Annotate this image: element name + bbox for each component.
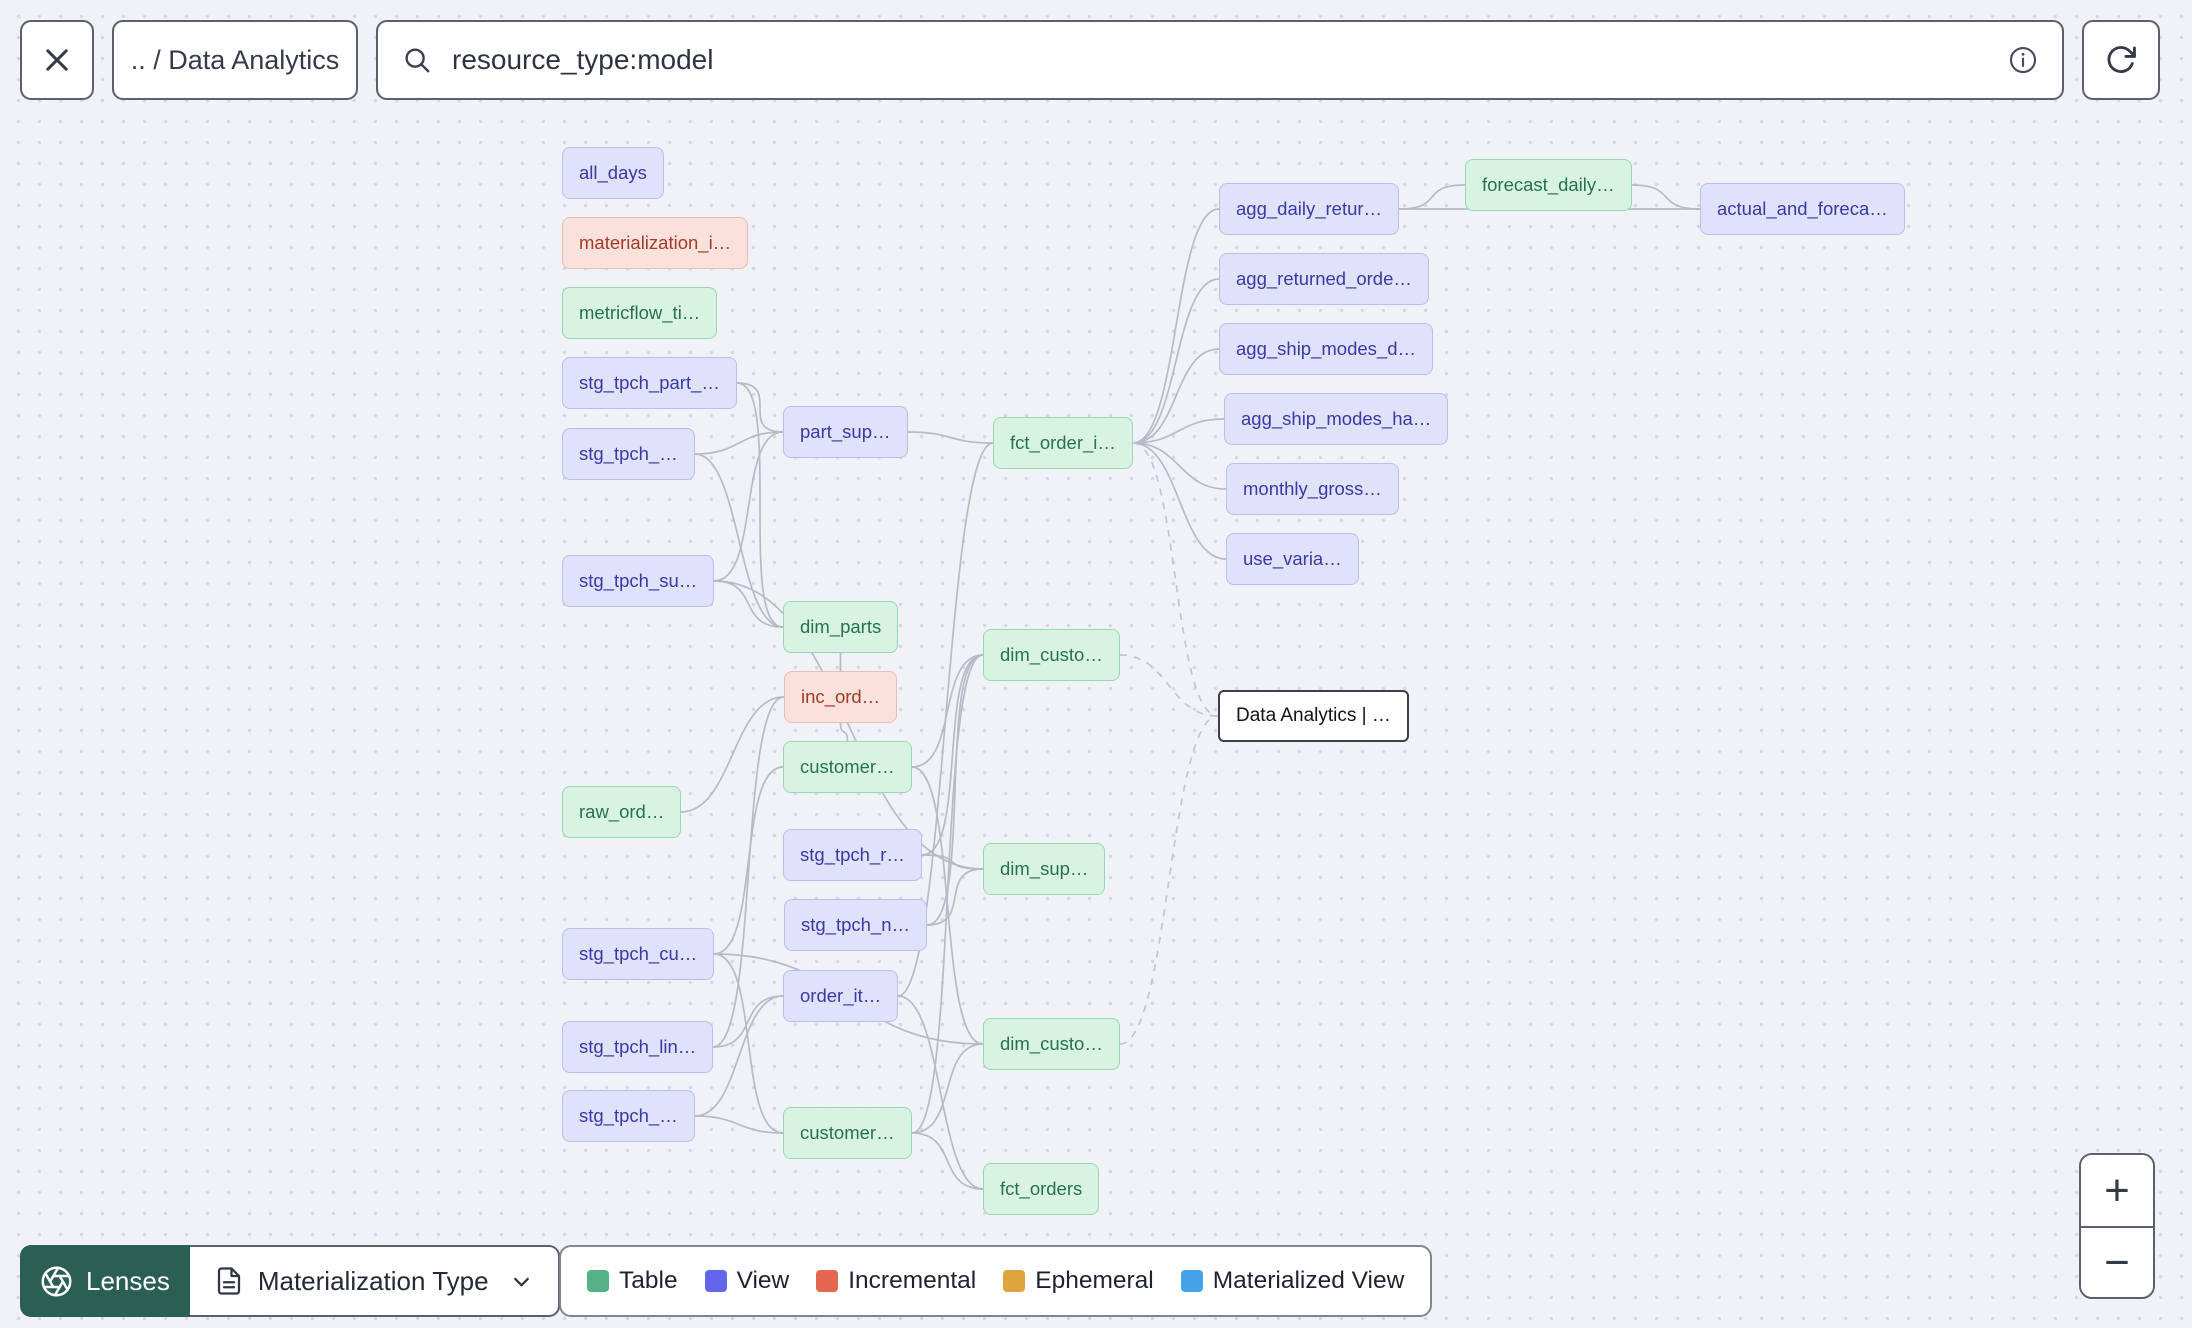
search-input[interactable]	[450, 43, 2008, 77]
close-icon	[46, 49, 68, 71]
lens-type-selector[interactable]: Materialization Type	[189, 1245, 560, 1317]
graph-node-stg_tpch_r[interactable]: stg_tpch_r…	[783, 829, 922, 881]
edge-fct_order_i-to-agg_returned	[1132, 278, 1220, 444]
graph-node-metricflow_ti[interactable]: metricflow_ti…	[562, 287, 718, 339]
graph-node-customer_u[interactable]: customer…	[783, 741, 912, 793]
edge-stg_tpch_n-to-dim_sup	[926, 868, 984, 926]
graph-node-agg_returned[interactable]: agg_returned_orde…	[1219, 253, 1429, 305]
graph-node-stg_tpch_part[interactable]: stg_tpch_part_…	[562, 357, 737, 409]
lenses-label: Lenses	[86, 1265, 170, 1296]
graph-node-all_days[interactable]: all_days	[562, 147, 664, 199]
lenses-control: Lenses Materialization Type	[20, 1245, 560, 1317]
edge-customer_u-to-dim_custo_u	[911, 654, 984, 768]
graph-node-forecast_daily[interactable]: forecast_daily…	[1465, 159, 1632, 211]
graph-node-dim_custo_l[interactable]: dim_custo…	[983, 1018, 1120, 1070]
graph-node-order_it[interactable]: order_it…	[783, 970, 899, 1022]
edge-fct_order_i-to-use_varia	[1132, 442, 1227, 560]
edge-customer_l-to-fct_orders	[911, 1132, 984, 1190]
legend-swatch-table	[587, 1270, 609, 1292]
graph-node-fct_orders[interactable]: fct_orders	[983, 1163, 1100, 1215]
graph-node-agg_ship_d[interactable]: agg_ship_modes_d…	[1219, 323, 1433, 375]
graph-node-fct_order_i[interactable]: fct_order_i…	[993, 417, 1133, 469]
lenses-button[interactable]: Lenses	[20, 1245, 190, 1317]
edge-part_sup-to-fct_order_i	[907, 431, 994, 444]
graph-node-customer_l[interactable]: customer…	[783, 1107, 912, 1159]
breadcrumb-label: .. / Data Analytics	[130, 44, 340, 75]
graph-node-raw_ord[interactable]: raw_ord…	[562, 786, 682, 838]
edge-dim_custo_l-to-data_analytics	[1119, 715, 1219, 1045]
chevron-down-icon	[513, 1277, 529, 1286]
graph-node-dim_custo_u[interactable]: dim_custo…	[983, 629, 1120, 681]
legend-label-materialized-view: Materialized View	[1212, 1267, 1405, 1294]
legend-swatch-incremental	[816, 1270, 839, 1292]
edge-stg_tpch_r-to-dim_custo_u	[921, 654, 984, 856]
zoom-in-button[interactable]: +	[2081, 1155, 2153, 1226]
aperture-icon	[41, 1266, 72, 1296]
graph-node-stg_tpch_n[interactable]: stg_tpch_n…	[784, 899, 928, 951]
edge-stg_tpch_part-to-part_sup	[736, 382, 784, 433]
edge-inc_ord-to-customer_u	[839, 722, 849, 742]
graph-node-dim_parts[interactable]: dim_parts	[783, 601, 899, 653]
legend-swatch-materialized-view	[1180, 1270, 1203, 1292]
selected-lens-label: Materialization Type	[257, 1265, 489, 1296]
graph-node-actual_foreca[interactable]: actual_and_foreca…	[1700, 183, 1905, 235]
zoom-out-button[interactable]: −	[2081, 1226, 2153, 1297]
graph-node-agg_daily[interactable]: agg_daily_retur…	[1219, 183, 1400, 235]
edge-stg_tpch_su-to-part_sup	[713, 431, 784, 582]
lineage-app: { "toolbar": { "breadcrumb": ".. / Data …	[0, 0, 2192, 1328]
edge-fct_order_i-to-agg_daily	[1132, 208, 1220, 444]
edge-stg_tpch_n-to-dim_custo_u	[926, 654, 984, 926]
legend: Table View Incremental Ephemeral Materialize…	[559, 1245, 1433, 1317]
graph-node-stg_tpch_b[interactable]: stg_tpch_…	[562, 1090, 695, 1142]
legend-item-materialized-view: Materialized View	[1180, 1267, 1405, 1295]
info-icon[interactable]	[2008, 45, 2038, 75]
legend-swatch-view	[704, 1270, 727, 1292]
graph-node-stg_tpch_lin[interactable]: stg_tpch_lin…	[562, 1021, 714, 1073]
graph-node-dim_sup[interactable]: dim_sup…	[983, 843, 1106, 895]
edge-dim_custo_u-to-data_analytics	[1119, 654, 1219, 717]
lineage-canvas[interactable]: all_days materialization_i… metricflow_ti……	[0, 0, 2192, 1328]
search-icon	[405, 48, 430, 73]
legend-label-ephemeral: Ephemeral	[1035, 1267, 1154, 1294]
edge-customer_l-to-dim_custo_l	[911, 1043, 984, 1134]
refresh-button[interactable]	[2082, 20, 2160, 100]
graph-node-inc_ord[interactable]: inc_ord…	[784, 671, 898, 723]
graph-node-use_varia[interactable]: use_varia…	[1226, 533, 1359, 585]
legend-label-incremental: Incremental	[848, 1267, 977, 1294]
legend-label-view: View	[736, 1267, 790, 1294]
graph-node-stg_tpch_cu[interactable]: stg_tpch_cu…	[562, 928, 715, 980]
graph-node-data_analytics[interactable]: Data Analytics | …	[1218, 690, 1409, 742]
graph-node-part_sup[interactable]: part_sup…	[783, 406, 908, 458]
edge-fct_order_i-to-data_analytics	[1132, 442, 1219, 717]
edge-stg_tpch_cu-to-customer_l	[713, 953, 784, 1134]
graph-node-materialization_i[interactable]: materialization_i…	[562, 217, 749, 269]
legend-item-incremental: Incremental	[816, 1267, 976, 1295]
breadcrumb-button[interactable]: .. / Data Analytics	[112, 20, 358, 100]
close-button[interactable]	[20, 20, 94, 100]
refresh-icon	[2107, 46, 2136, 73]
edge-agg_daily-to-forecast_daily	[1398, 184, 1466, 210]
graph-node-stg_tpch_su[interactable]: stg_tpch_su…	[562, 555, 715, 607]
file-text-icon	[217, 1267, 240, 1295]
edge-forecast_daily-to-actual_foreca	[1631, 184, 1701, 210]
zoom-controls: + −	[2079, 1153, 2155, 1299]
edge-stg_tpch_part-to-dim_parts	[736, 382, 784, 628]
graph-node-agg_ship_ha[interactable]: agg_ship_modes_ha…	[1224, 393, 1449, 445]
edge-stg_tpch_lin-to-inc_ord	[712, 696, 785, 1048]
graph-node-stg_tpch_a[interactable]: stg_tpch_…	[562, 428, 695, 480]
legend-item-view: View	[704, 1267, 790, 1295]
legend-item-ephemeral: Ephemeral	[1003, 1267, 1154, 1295]
graph-node-monthly_gross[interactable]: monthly_gross…	[1226, 463, 1399, 515]
edge-customer_l-to-dim_custo_u	[911, 654, 984, 1134]
legend-label-table: Table	[619, 1267, 678, 1294]
legend-item-table: Table	[587, 1267, 678, 1295]
search-bar[interactable]	[376, 20, 2064, 100]
edge-fct_order_i-to-monthly_gross	[1132, 442, 1227, 490]
edge-stg_tpch_a-to-part_sup	[694, 431, 784, 455]
legend-swatch-ephemeral	[1003, 1270, 1026, 1292]
edge-stg_tpch_b-to-customer_l	[694, 1115, 784, 1134]
edge-order_it-to-fct_orders	[897, 995, 984, 1190]
